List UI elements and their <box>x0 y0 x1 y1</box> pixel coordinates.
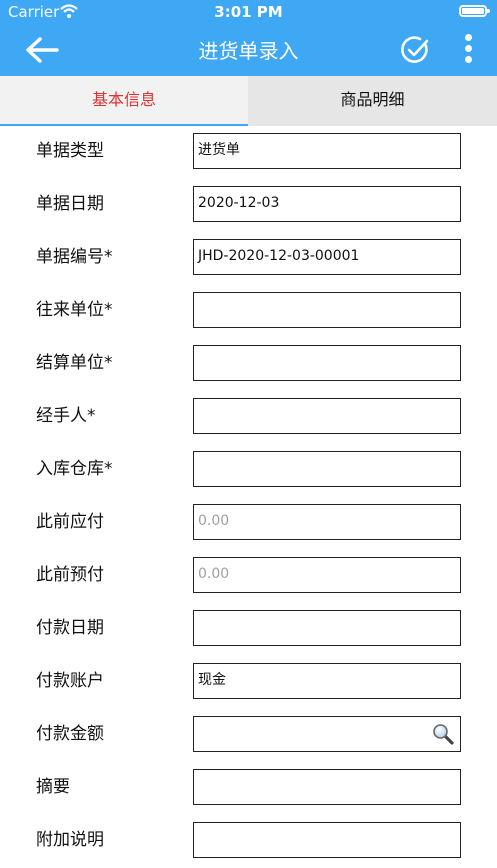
form-row-doc-date: 单据日期 2020-12-03 <box>0 179 497 232</box>
top-bar: Carrier 3:01 PM 进货单录入 <box>0 0 497 76</box>
tab-goods-detail[interactable]: 商品明细 <box>248 76 497 126</box>
field-label: 附加说明 <box>36 830 104 850</box>
form-row-settlement-unit: 结算单位* <box>0 338 497 391</box>
prior-payable-field[interactable]: 0.00 <box>193 504 461 540</box>
handler-field[interactable] <box>193 398 461 434</box>
more-vertical-icon[interactable] <box>460 32 476 68</box>
tab-basic-info[interactable]: 基本信息 <box>0 76 248 126</box>
form-row-doc-type: 单据类型 进货单 <box>0 126 497 179</box>
form-row-additional-notes: 附加说明 <box>0 815 497 868</box>
field-label: 单据编号* <box>36 247 113 267</box>
additional-notes-field[interactable] <box>193 822 461 858</box>
prior-prepaid-field[interactable]: 0.00 <box>193 557 461 593</box>
doc-number-field[interactable]: JHD-2020-12-03-00001 <box>193 239 461 275</box>
doc-type-field[interactable]: 进货单 <box>193 133 461 169</box>
payment-date-field[interactable] <box>193 610 461 646</box>
settlement-unit-field[interactable] <box>193 345 461 381</box>
field-label: 付款日期 <box>36 618 104 638</box>
field-label: 此前应付 <box>36 512 104 532</box>
form-row-partner: 往来单位* <box>0 285 497 338</box>
form-row-warehouse: 入库仓库* <box>0 444 497 497</box>
field-label: 付款金额 <box>36 724 104 744</box>
search-icon[interactable] <box>432 723 454 745</box>
field-label: 付款账户 <box>36 671 104 691</box>
battery-icon <box>459 5 490 17</box>
form-row-prior-prepaid: 此前预付 0.00 <box>0 550 497 603</box>
partner-field[interactable] <box>193 292 461 328</box>
form-row-handler: 经手人* <box>0 391 497 444</box>
form-row-payment-amount: 付款金额 <box>0 709 497 762</box>
form-row-doc-number: 单据编号* JHD-2020-12-03-00001 <box>0 232 497 285</box>
form-row-prior-payable: 此前应付 0.00 <box>0 497 497 550</box>
field-label: 单据类型 <box>36 141 104 161</box>
form-row-payment-date: 付款日期 <box>0 603 497 656</box>
form-row-payment-account: 付款账户 现金 <box>0 656 497 709</box>
payment-amount-field[interactable] <box>193 716 461 752</box>
check-circle-icon[interactable] <box>400 35 430 65</box>
warehouse-field[interactable] <box>193 451 461 487</box>
field-label: 结算单位* <box>36 353 113 373</box>
field-label: 此前预付 <box>36 565 104 585</box>
field-label: 摘要 <box>36 777 70 797</box>
status-bar: Carrier 3:01 PM <box>0 0 497 24</box>
doc-date-field[interactable]: 2020-12-03 <box>193 186 461 222</box>
field-label: 经手人* <box>36 406 96 426</box>
basic-info-form: 单据类型 进货单 单据日期 2020-12-03 单据编号* JHD-2020-… <box>0 126 497 868</box>
summary-field[interactable] <box>193 769 461 805</box>
field-label: 单据日期 <box>36 194 104 214</box>
tab-bar: 基本信息 商品明细 <box>0 76 497 126</box>
field-label: 入库仓库* <box>36 459 113 479</box>
field-label: 往来单位* <box>36 300 113 320</box>
status-time: 3:01 PM <box>214 3 283 21</box>
payment-account-field[interactable]: 现金 <box>193 663 461 699</box>
form-row-summary: 摘要 <box>0 762 497 815</box>
